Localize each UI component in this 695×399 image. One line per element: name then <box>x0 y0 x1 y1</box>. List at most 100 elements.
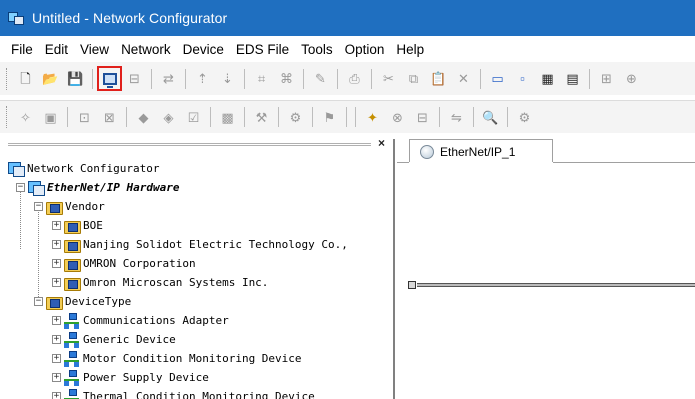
tree-hardware[interactable]: − EtherNet/IP Hardware <box>0 178 393 197</box>
new-file-icon[interactable]: 🗋 <box>15 68 36 89</box>
print-icon[interactable]: ⎙ <box>344 68 365 89</box>
tree-devicetype-item[interactable]: + Power Supply Device <box>0 368 393 387</box>
monitor-device-icon[interactable]: ⌗ <box>251 68 272 89</box>
expand-icon[interactable]: + <box>52 335 61 344</box>
window-title: Untitled - Network Configurator <box>32 10 228 26</box>
expand-icon[interactable]: + <box>52 316 61 325</box>
tool-c-icon[interactable]: ⚑ <box>319 107 340 128</box>
expand-icon[interactable]: + <box>52 278 61 287</box>
save-icon[interactable]: 💾 <box>65 68 86 89</box>
network-bus-line[interactable] <box>417 283 695 287</box>
copy-icon[interactable]: ⧉ <box>403 68 424 89</box>
toolbar-grip-2[interactable] <box>6 106 9 128</box>
tag-icon[interactable]: ◆ <box>133 107 154 128</box>
save-network-icon[interactable]: ⊟ <box>412 107 433 128</box>
tree-vendor-item[interactable]: + OMRON Corporation <box>0 254 393 273</box>
monitor-network-icon[interactable]: ⌘ <box>276 68 297 89</box>
hardware-tree: Network Configurator − EtherNet/IP Hardw… <box>0 159 393 399</box>
io-map-icon[interactable]: ⊡ <box>74 107 95 128</box>
folder-icon <box>64 218 81 234</box>
expand-icon[interactable]: + <box>52 221 61 230</box>
menu-help[interactable]: Help <box>390 42 430 57</box>
expand-icon[interactable]: + <box>52 240 61 249</box>
network-endpoint-handle[interactable] <box>408 281 416 289</box>
menu-tools[interactable]: Tools <box>295 42 339 57</box>
network-canvas[interactable] <box>397 163 695 399</box>
menu-edit[interactable]: Edit <box>39 42 74 57</box>
connection-icon[interactable]: ⇋ <box>446 107 467 128</box>
main-toolbar: 🗋 📂 💾 ⊟ ⇄ ⇡ ⇣ ⌗ ⌘ ✎ ⎙ ✂ ⧉ 📋 ✕ ▭ ▫ ▦ ▤ ⊞ … <box>0 62 695 95</box>
network-configurator-icon <box>8 161 25 177</box>
tree-devicetype-item[interactable]: + Thermal Condition Monitoring Device <box>0 387 393 399</box>
property-icon[interactable]: ⊞ <box>596 68 617 89</box>
title-bar: Untitled - Network Configurator <box>0 0 695 36</box>
folder-icon <box>64 256 81 272</box>
folder-icon <box>46 199 63 215</box>
ethernet-ip-icon <box>28 180 45 196</box>
connect-online-icon[interactable] <box>97 66 122 91</box>
tag-set-icon[interactable]: ◈ <box>158 107 179 128</box>
expand-icon[interactable]: + <box>52 354 61 363</box>
settings-icon[interactable]: ⚙ <box>514 107 535 128</box>
tree-vendor-folder[interactable]: − Vendor <box>0 197 393 216</box>
tree-devicetype-item[interactable]: + Generic Device <box>0 330 393 349</box>
cut-icon[interactable]: ✂ <box>378 68 399 89</box>
large-icons-view-icon[interactable]: ▭ <box>487 68 508 89</box>
network-tabs-area: EtherNet/IP_1 <box>397 139 695 399</box>
expand-icon[interactable]: + <box>52 259 61 268</box>
disconnect-icon[interactable]: ⊟ <box>124 68 145 89</box>
collapse-icon[interactable]: − <box>34 202 43 211</box>
collapse-icon[interactable]: − <box>34 297 43 306</box>
paste-icon[interactable]: 📋 <box>428 68 449 89</box>
tree-root[interactable]: Network Configurator <box>0 159 393 178</box>
hardware-panel: × Network Configurator − EtherNet/IP Har… <box>0 136 395 399</box>
edit-device-icon[interactable]: ✦ <box>362 107 383 128</box>
network-device-icon <box>64 332 80 348</box>
tree-devicetype-folder[interactable]: − DeviceType <box>0 292 393 311</box>
delete-icon[interactable]: ✕ <box>453 68 474 89</box>
open-folder-icon[interactable]: 📂 <box>40 68 61 89</box>
folder-icon <box>64 237 81 253</box>
io-table-icon[interactable]: ⊠ <box>99 107 120 128</box>
upload-icon[interactable]: ⇡ <box>192 68 213 89</box>
panel-header[interactable]: × <box>0 136 393 151</box>
menu-eds-file[interactable]: EDS File <box>230 42 295 57</box>
check-icon[interactable]: ☑ <box>183 107 204 128</box>
tool-b-icon[interactable]: ⚙ <box>285 107 306 128</box>
tab-ethernet-ip-1[interactable]: EtherNet/IP_1 <box>409 139 553 163</box>
find-icon[interactable]: 🔍 <box>480 107 501 128</box>
wizard-icon[interactable]: ✧ <box>15 107 36 128</box>
list-view-icon[interactable]: ▦ <box>537 68 558 89</box>
tab-label: EtherNet/IP_1 <box>440 144 516 159</box>
tool-a-icon[interactable]: ⚒ <box>251 107 272 128</box>
network-device-icon <box>64 389 80 399</box>
tree-vendor-item[interactable]: + BOE <box>0 216 393 235</box>
tree-vendor-item[interactable]: + Omron Microscan Systems Inc. <box>0 273 393 292</box>
menu-view[interactable]: View <box>74 42 115 57</box>
menu-device[interactable]: Device <box>177 42 230 57</box>
collapse-icon[interactable]: − <box>16 183 25 192</box>
secondary-toolbar: ✧ ▣ ⊡ ⊠ ◆ ◈ ☑ ▩ ⚒ ⚙ ⚑ ✦ ⊗ ⊟ ⇋ 🔍 ⚙ <box>0 100 695 133</box>
details-view-icon[interactable]: ▤ <box>562 68 583 89</box>
device-list-icon[interactable]: ▣ <box>40 107 61 128</box>
monitor-icon[interactable]: ▩ <box>217 107 238 128</box>
register-icon[interactable]: ⊕ <box>621 68 642 89</box>
download-icon[interactable]: ⇣ <box>217 68 238 89</box>
expand-icon[interactable]: + <box>52 373 61 382</box>
close-icon[interactable]: × <box>378 136 385 150</box>
toolbar-grip[interactable] <box>6 67 9 90</box>
tree-devicetype-item[interactable]: + Communications Adapter <box>0 311 393 330</box>
menu-network[interactable]: Network <box>115 42 177 57</box>
small-icons-view-icon[interactable]: ▫ <box>512 68 533 89</box>
folder-icon <box>46 294 63 310</box>
network-globe-icon <box>420 144 434 159</box>
close-network-icon[interactable]: ⊗ <box>387 107 408 128</box>
menu-option[interactable]: Option <box>339 42 391 57</box>
edit-parameters-icon[interactable]: ✎ <box>310 68 331 89</box>
expand-icon[interactable]: + <box>52 392 61 399</box>
tree-devicetype-item[interactable]: + Motor Condition Monitoring Device <box>0 349 393 368</box>
menu-file[interactable]: File <box>5 42 39 57</box>
network-device-icon <box>64 313 80 329</box>
change-mode-icon[interactable]: ⇄ <box>158 68 179 89</box>
tree-vendor-item[interactable]: + Nanjing Solidot Electric Technology Co… <box>0 235 393 254</box>
